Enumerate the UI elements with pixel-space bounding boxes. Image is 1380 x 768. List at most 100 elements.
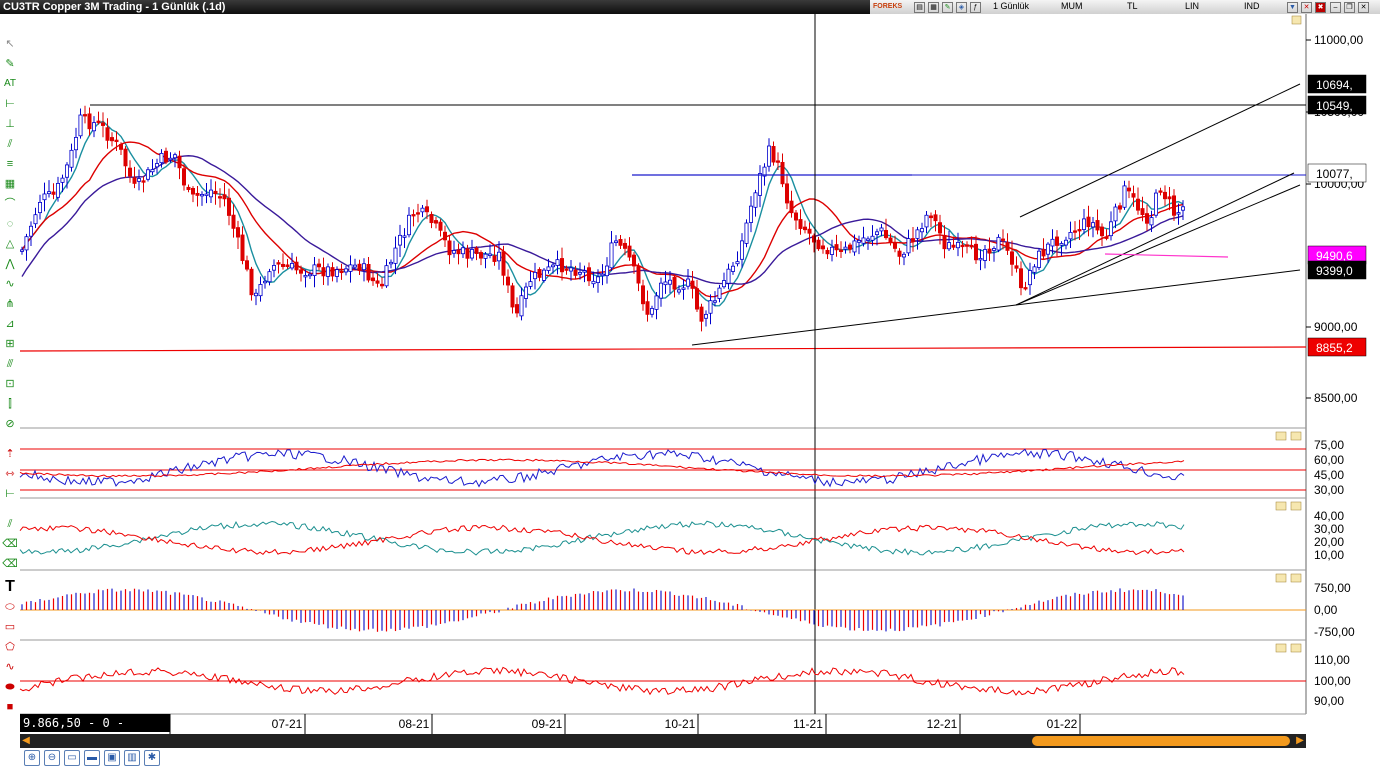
candle-body (920, 228, 925, 233)
indicator-tick: 90,00 (1314, 694, 1344, 708)
candle-body (884, 230, 889, 239)
candle-body (370, 277, 375, 282)
candle-body (65, 164, 70, 178)
candle-body (217, 196, 222, 199)
horizontal-scrollbar[interactable]: ◀ ▶ (20, 734, 1306, 748)
rsi-line (19, 448, 1185, 488)
date-tick: 01-22 (1047, 717, 1078, 731)
candle-body (771, 146, 776, 163)
candle-body (821, 245, 826, 250)
candle-body (262, 280, 267, 284)
date-tick: 12-21 (927, 717, 958, 731)
candle-body (713, 300, 718, 303)
candle-body (659, 282, 664, 299)
candle-body (366, 263, 371, 281)
candle-body (663, 281, 668, 286)
candle-body (163, 150, 168, 163)
chart-canvas[interactable]: 75,0060,0045,0030,0040,0030,0020,0010,00… (0, 0, 1380, 768)
zoom-in-icon[interactable]: ⊕ (24, 750, 40, 766)
zoom-out-icon[interactable]: ⊖ (44, 750, 60, 766)
candle-body (528, 281, 533, 287)
candle-body (573, 269, 578, 276)
folder-icon[interactable]: ▭ (64, 750, 80, 766)
candle-body (591, 280, 596, 285)
print-icon[interactable]: ▬ (84, 750, 100, 766)
candle-body (285, 264, 290, 267)
panel-settings-icon[interactable] (1275, 431, 1287, 441)
candle-body (114, 139, 119, 143)
candle-body (110, 137, 115, 142)
candle-body (294, 261, 299, 271)
panel-close-icon[interactable] (1290, 643, 1302, 653)
indicator-tick: -750,00 (1314, 625, 1355, 639)
candle-body (1113, 206, 1118, 222)
candle-body (298, 269, 303, 274)
panel-settings-icon[interactable] (1275, 501, 1287, 511)
indicator-tick: 40,00 (1314, 509, 1344, 523)
settings-icon[interactable]: ✱ (144, 750, 160, 766)
candle-body (141, 180, 146, 183)
indicator-tick: 110,00 (1314, 653, 1350, 667)
candle-body (199, 193, 204, 197)
candle-body (1046, 243, 1051, 255)
indicator-tick: 10,00 (1314, 548, 1344, 562)
candle-body (767, 145, 772, 167)
candle-body (947, 242, 952, 250)
compare-icon[interactable]: ▥ (124, 750, 140, 766)
candle-body (1019, 268, 1024, 289)
scroll-left-icon[interactable]: ◀ (20, 734, 32, 748)
panel-close-icon[interactable] (1290, 573, 1302, 583)
candle-body (1001, 238, 1006, 241)
panel-close-icon[interactable] (1290, 431, 1302, 441)
candle-body (379, 283, 384, 287)
candle-body (474, 247, 479, 254)
price-tick: 9000,00 (1314, 320, 1358, 334)
candle-body (42, 193, 47, 201)
candle-body (505, 276, 510, 286)
candle-body (726, 268, 731, 284)
candle-body (960, 244, 965, 248)
candle-body (857, 240, 862, 243)
candle-body (618, 239, 623, 246)
candle-body (28, 225, 33, 237)
candle-body (150, 169, 155, 173)
candle-body (415, 212, 420, 215)
candle-body (965, 244, 970, 247)
scroll-right-icon[interactable]: ▶ (1294, 734, 1306, 748)
candle-body (1140, 208, 1145, 215)
candle-body (650, 308, 655, 315)
candle-body (879, 227, 884, 232)
candle-body (636, 265, 641, 284)
candle-body (924, 214, 929, 228)
candle-body (1077, 229, 1082, 232)
candle-body (307, 273, 312, 277)
candle-body (672, 276, 677, 290)
candle-body (330, 267, 335, 277)
candle-body (1100, 226, 1105, 237)
candle-body (393, 247, 398, 264)
candle-body (852, 240, 857, 253)
candle-body (460, 247, 465, 255)
save-icon[interactable]: ▣ (104, 750, 120, 766)
candle-body (1037, 250, 1042, 268)
main-panel-settings-icon[interactable] (1291, 15, 1302, 25)
panel-close-icon[interactable] (1290, 501, 1302, 511)
candle-body (938, 222, 943, 234)
candle-body (402, 235, 407, 238)
candle-body (154, 163, 159, 168)
candle-body (420, 207, 425, 213)
candle-body (524, 286, 529, 299)
candle-body (424, 206, 429, 213)
candle-body (375, 280, 380, 284)
candle-body (933, 214, 938, 222)
candle-body (384, 265, 389, 287)
panel-settings-icon[interactable] (1275, 643, 1287, 653)
indicator-tick: 30,00 (1314, 522, 1344, 536)
candle-body (74, 137, 79, 151)
panel-settings-icon[interactable] (1275, 573, 1287, 583)
candle-body (96, 120, 101, 123)
candle-body (442, 231, 447, 241)
scroll-thumb[interactable] (1032, 736, 1290, 746)
candle-body (222, 194, 227, 200)
candle-body (555, 259, 560, 266)
